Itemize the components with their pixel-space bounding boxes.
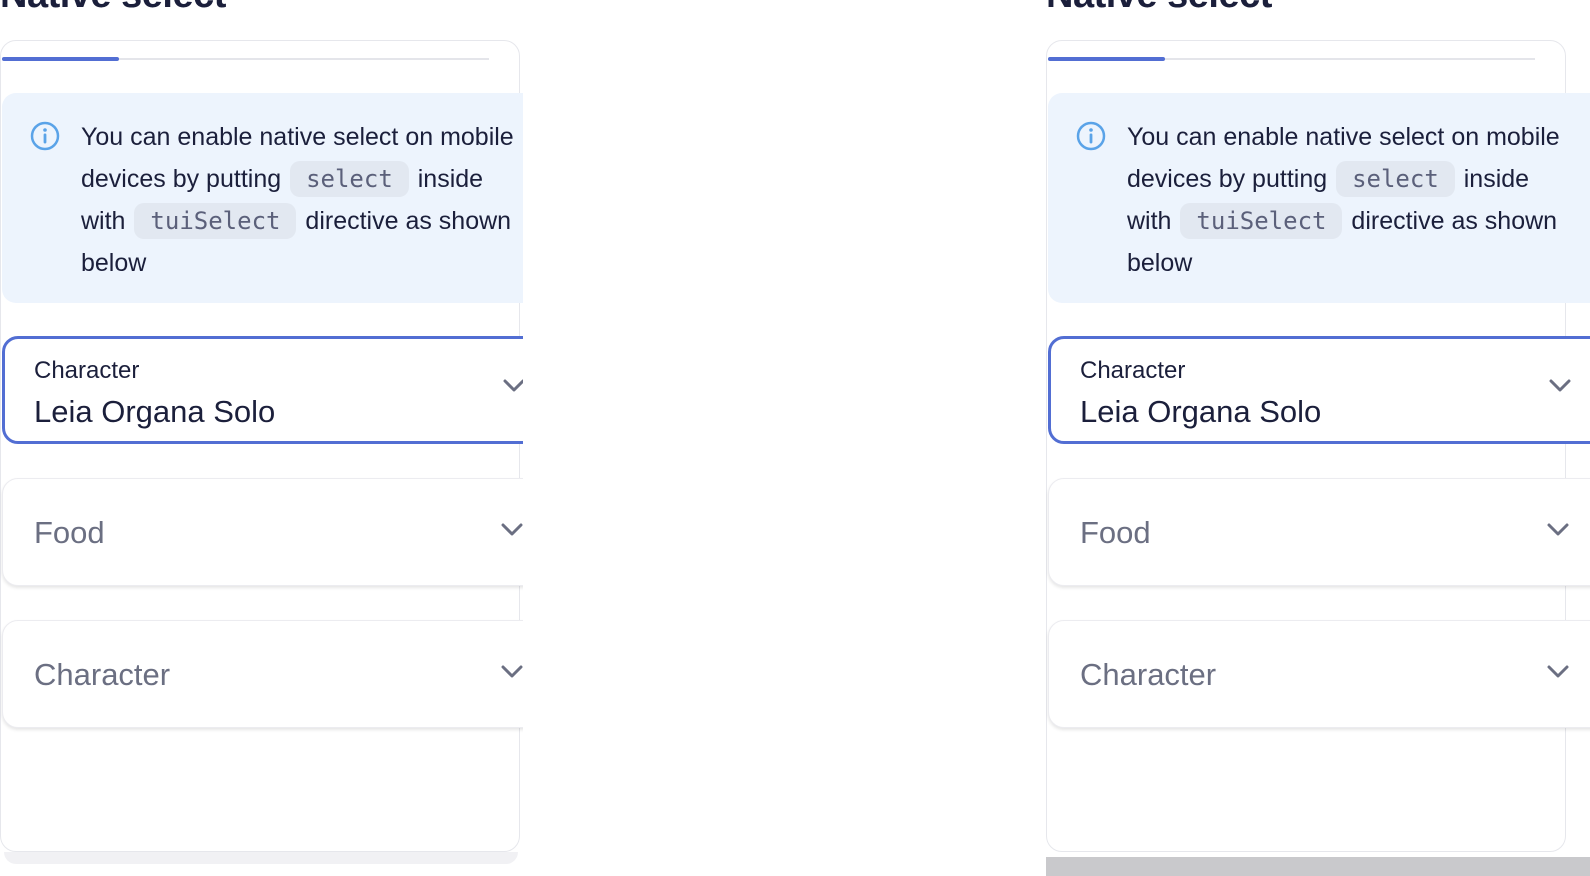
- info-icon: [1076, 121, 1106, 151]
- food-select-placeholder: Food: [34, 515, 105, 550]
- character-select-2[interactable]: Character: [2, 620, 523, 728]
- character-select[interactable]: Character Leia Organa Solo: [1048, 336, 1590, 444]
- demo-panel-left: Native select You can enable native sele…: [0, 0, 523, 876]
- tab-example[interactable]: [1048, 57, 1165, 61]
- code-select: select: [290, 161, 409, 197]
- chevron-down-icon[interactable]: [1545, 517, 1571, 543]
- character-select-2-placeholder: Character: [1080, 657, 1217, 692]
- code-select: select: [1336, 161, 1455, 197]
- section-heading-text: Native select: [0, 0, 226, 16]
- code-tuiselect: tuiSelect: [1180, 203, 1343, 239]
- character-select-value: Leia Organa Solo: [34, 394, 276, 429]
- chevron-down-icon[interactable]: [1547, 373, 1573, 399]
- notice-text: You can enable native select on mobile d…: [81, 116, 523, 284]
- character-select[interactable]: Character Leia Organa Solo: [2, 336, 523, 444]
- section-heading-text: Native select: [1046, 0, 1272, 16]
- section-heading: Native select: [0, 0, 226, 17]
- food-select[interactable]: Food: [1048, 478, 1590, 586]
- info-notification: You can enable native select on mobile d…: [1048, 93, 1590, 303]
- info-icon: [30, 121, 60, 151]
- character-select-2-placeholder: Character: [34, 657, 171, 692]
- info-notification: You can enable native select on mobile d…: [2, 93, 523, 303]
- chevron-down-icon[interactable]: [499, 659, 523, 685]
- character-select-label: Character: [34, 357, 140, 384]
- character-select-label: Character: [1080, 357, 1186, 384]
- character-select-2[interactable]: Character: [1048, 620, 1590, 728]
- chevron-down-icon[interactable]: [501, 373, 523, 399]
- card-bottom-edge: [4, 852, 518, 864]
- horizontal-scrollbar[interactable]: [1046, 857, 1590, 876]
- demo-panel-right: Native select You can enable native sele…: [1046, 0, 1590, 876]
- tab-example[interactable]: [2, 57, 119, 61]
- food-select[interactable]: Food: [2, 478, 523, 586]
- section-heading: Native select: [1046, 0, 1308, 17]
- code-tuiselect: tuiSelect: [134, 203, 297, 239]
- chevron-down-icon[interactable]: [499, 517, 523, 543]
- food-select-placeholder: Food: [1080, 515, 1151, 550]
- character-select-value: Leia Organa Solo: [1080, 394, 1322, 429]
- chevron-down-icon[interactable]: [1545, 659, 1571, 685]
- notice-text: You can enable native select on mobile d…: [1127, 116, 1577, 284]
